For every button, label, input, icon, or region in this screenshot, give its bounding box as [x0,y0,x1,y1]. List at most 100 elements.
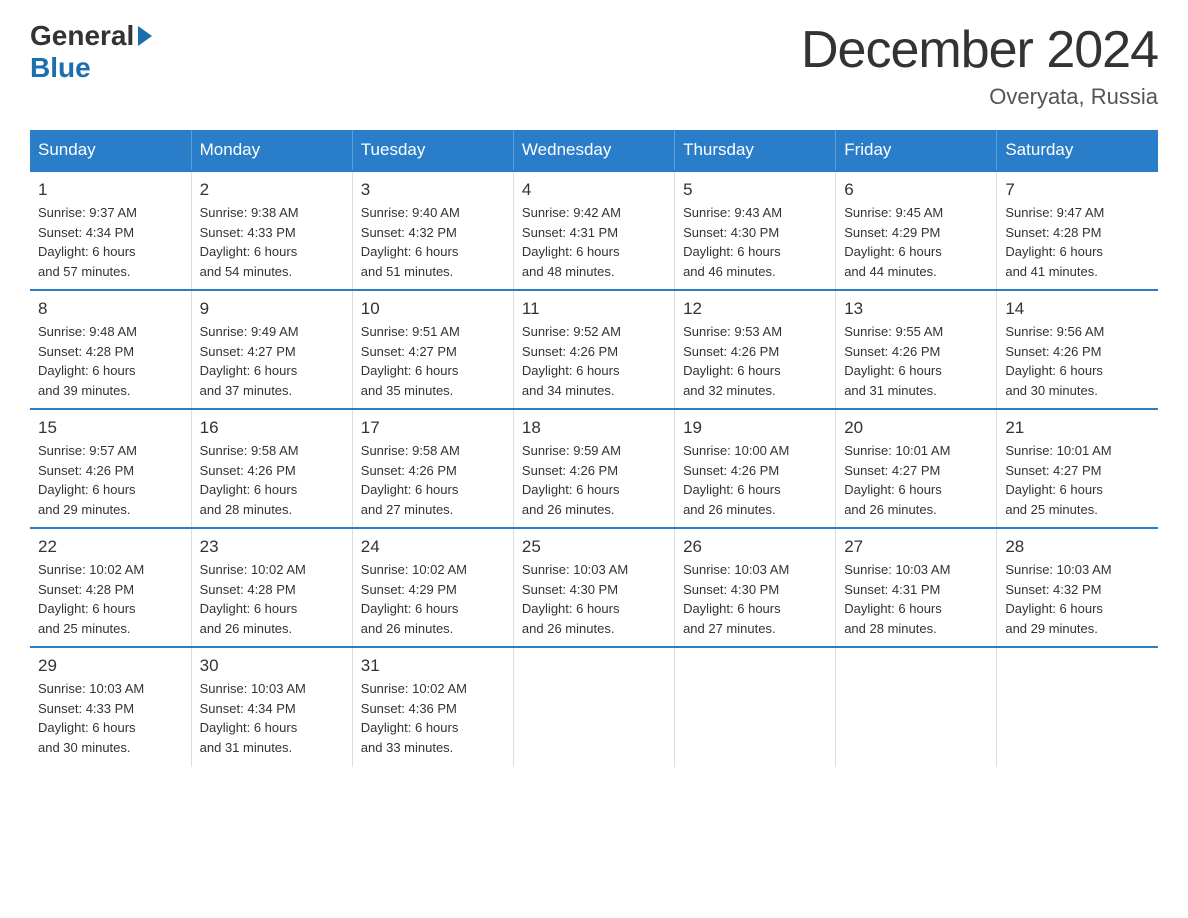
calendar-cell: 23Sunrise: 10:02 AM Sunset: 4:28 PM Dayl… [191,528,352,647]
day-number: 18 [522,418,666,438]
day-number: 5 [683,180,827,200]
calendar-cell: 14 Sunrise: 9:56 AM Sunset: 4:26 PM Dayli… [997,290,1158,409]
calendar-cell: 16 Sunrise: 9:58 AM Sunset: 4:26 PM Dayli… [191,409,352,528]
calendar-cell: 29 Sunrise: 10:03 AM Sunset: 4:33 PM Dayl… [30,647,191,767]
calendar-cell [513,647,674,767]
day-info: Sunrise: 10:03 AM Sunset: 4:30 PM Daylig… [522,560,666,638]
calendar-cell: 18 Sunrise: 9:59 AM Sunset: 4:26 PM Dayli… [513,409,674,528]
day-info: Sunrise: 10:02 AM Sunset: 4:36 PM Daylig… [361,679,505,757]
day-number: 23 [200,537,344,557]
logo-arrow-icon [138,26,152,46]
day-info: Sunrise: 9:43 AM Sunset: 4:30 PM Dayligh… [683,203,827,281]
calendar-cell [997,647,1158,767]
calendar-cell: 6 Sunrise: 9:45 AM Sunset: 4:29 PM Daylig… [836,171,997,290]
calendar-cell: 1 Sunrise: 9:37 AM Sunset: 4:34 PM Daylig… [30,171,191,290]
header-wednesday: Wednesday [513,130,674,171]
day-number: 21 [1005,418,1150,438]
day-number: 3 [361,180,505,200]
day-number: 29 [38,656,183,676]
calendar-cell: 4 Sunrise: 9:42 AM Sunset: 4:31 PM Daylig… [513,171,674,290]
page-header: General Blue December 2024 Overyata, Rus… [30,20,1158,110]
day-info: Sunrise: 10:02 AM Sunset: 4:28 PM Daylig… [38,560,183,638]
calendar-cell: 30 Sunrise: 10:03 AM Sunset: 4:34 PM Dayl… [191,647,352,767]
day-number: 31 [361,656,505,676]
day-info: Sunrise: 9:58 AM Sunset: 4:26 PM Dayligh… [361,441,505,519]
calendar-week-4: 22 Sunrise: 10:02 AM Sunset: 4:28 PM Dayl… [30,528,1158,647]
day-info: Sunrise: 10:01 AM Sunset: 4:27 PM Daylig… [1005,441,1150,519]
day-info: Sunrise: 10:03 AM Sunset: 4:30 PM Daylig… [683,560,827,638]
calendar-cell: 7Sunrise: 9:47 AM Sunset: 4:28 PM Daylig… [997,171,1158,290]
calendar-week-1: 1 Sunrise: 9:37 AM Sunset: 4:34 PM Daylig… [30,171,1158,290]
header-friday: Friday [836,130,997,171]
day-info: Sunrise: 10:03 AM Sunset: 4:32 PM Daylig… [1005,560,1150,638]
calendar-cell: 10 Sunrise: 9:51 AM Sunset: 4:27 PM Dayli… [352,290,513,409]
calendar-week-3: 15Sunrise: 9:57 AM Sunset: 4:26 PM Dayli… [30,409,1158,528]
header-saturday: Saturday [997,130,1158,171]
day-info: Sunrise: 10:03 AM Sunset: 4:31 PM Daylig… [844,560,988,638]
day-number: 19 [683,418,827,438]
day-info: Sunrise: 9:51 AM Sunset: 4:27 PM Dayligh… [361,322,505,400]
calendar-cell [675,647,836,767]
calendar-cell: 22 Sunrise: 10:02 AM Sunset: 4:28 PM Dayl… [30,528,191,647]
calendar-week-5: 29 Sunrise: 10:03 AM Sunset: 4:33 PM Dayl… [30,647,1158,767]
day-number: 13 [844,299,988,319]
logo-general-text: General [30,20,134,52]
day-number: 16 [200,418,344,438]
calendar-cell: 26 Sunrise: 10:03 AM Sunset: 4:30 PM Dayl… [675,528,836,647]
calendar-cell: 20Sunrise: 10:01 AM Sunset: 4:27 PM Dayl… [836,409,997,528]
day-number: 30 [200,656,344,676]
day-info: Sunrise: 9:42 AM Sunset: 4:31 PM Dayligh… [522,203,666,281]
calendar-cell: 12 Sunrise: 9:53 AM Sunset: 4:26 PM Dayli… [675,290,836,409]
calendar-cell: 27 Sunrise: 10:03 AM Sunset: 4:31 PM Dayl… [836,528,997,647]
subtitle: Overyata, Russia [801,84,1158,110]
day-info: Sunrise: 9:47 AM Sunset: 4:28 PM Dayligh… [1005,203,1150,281]
title-section: December 2024 Overyata, Russia [801,20,1158,110]
calendar-header-row: SundayMondayTuesdayWednesdayThursdayFrid… [30,130,1158,171]
day-info: Sunrise: 9:45 AM Sunset: 4:29 PM Dayligh… [844,203,988,281]
day-number: 11 [522,299,666,319]
day-info: Sunrise: 10:03 AM Sunset: 4:33 PM Daylig… [38,679,183,757]
calendar-cell: 5 Sunrise: 9:43 AM Sunset: 4:30 PM Daylig… [675,171,836,290]
calendar-cell: 3Sunrise: 9:40 AM Sunset: 4:32 PM Daylig… [352,171,513,290]
day-number: 17 [361,418,505,438]
day-number: 25 [522,537,666,557]
calendar-cell: 24 Sunrise: 10:02 AM Sunset: 4:29 PM Dayl… [352,528,513,647]
day-number: 15 [38,418,183,438]
day-number: 12 [683,299,827,319]
day-number: 28 [1005,537,1150,557]
day-number: 6 [844,180,988,200]
calendar-cell: 17 Sunrise: 9:58 AM Sunset: 4:26 PM Dayli… [352,409,513,528]
header-monday: Monday [191,130,352,171]
header-sunday: Sunday [30,130,191,171]
calendar-cell: 8Sunrise: 9:48 AM Sunset: 4:28 PM Daylig… [30,290,191,409]
logo-blue-text: Blue [30,52,91,83]
calendar-cell: 13Sunrise: 9:55 AM Sunset: 4:26 PM Dayli… [836,290,997,409]
day-number: 2 [200,180,344,200]
day-info: Sunrise: 10:03 AM Sunset: 4:34 PM Daylig… [200,679,344,757]
header-tuesday: Tuesday [352,130,513,171]
calendar-cell: 31 Sunrise: 10:02 AM Sunset: 4:36 PM Dayl… [352,647,513,767]
day-info: Sunrise: 9:59 AM Sunset: 4:26 PM Dayligh… [522,441,666,519]
day-info: Sunrise: 9:58 AM Sunset: 4:26 PM Dayligh… [200,441,344,519]
day-number: 4 [522,180,666,200]
day-number: 1 [38,180,183,200]
calendar-week-2: 8Sunrise: 9:48 AM Sunset: 4:28 PM Daylig… [30,290,1158,409]
day-info: Sunrise: 10:02 AM Sunset: 4:29 PM Daylig… [361,560,505,638]
day-info: Sunrise: 9:38 AM Sunset: 4:33 PM Dayligh… [200,203,344,281]
day-number: 27 [844,537,988,557]
day-number: 22 [38,537,183,557]
day-info: Sunrise: 9:37 AM Sunset: 4:34 PM Dayligh… [38,203,183,281]
day-info: Sunrise: 9:56 AM Sunset: 4:26 PM Dayligh… [1005,322,1150,400]
calendar-cell: 21 Sunrise: 10:01 AM Sunset: 4:27 PM Dayl… [997,409,1158,528]
day-number: 14 [1005,299,1150,319]
logo: General Blue [30,20,154,84]
day-info: Sunrise: 9:53 AM Sunset: 4:26 PM Dayligh… [683,322,827,400]
calendar-cell: 2 Sunrise: 9:38 AM Sunset: 4:33 PM Daylig… [191,171,352,290]
day-info: Sunrise: 10:00 AM Sunset: 4:26 PM Daylig… [683,441,827,519]
day-number: 24 [361,537,505,557]
day-number: 8 [38,299,183,319]
day-number: 10 [361,299,505,319]
calendar-cell: 28 Sunrise: 10:03 AM Sunset: 4:32 PM Dayl… [997,528,1158,647]
header-thursday: Thursday [675,130,836,171]
day-number: 26 [683,537,827,557]
